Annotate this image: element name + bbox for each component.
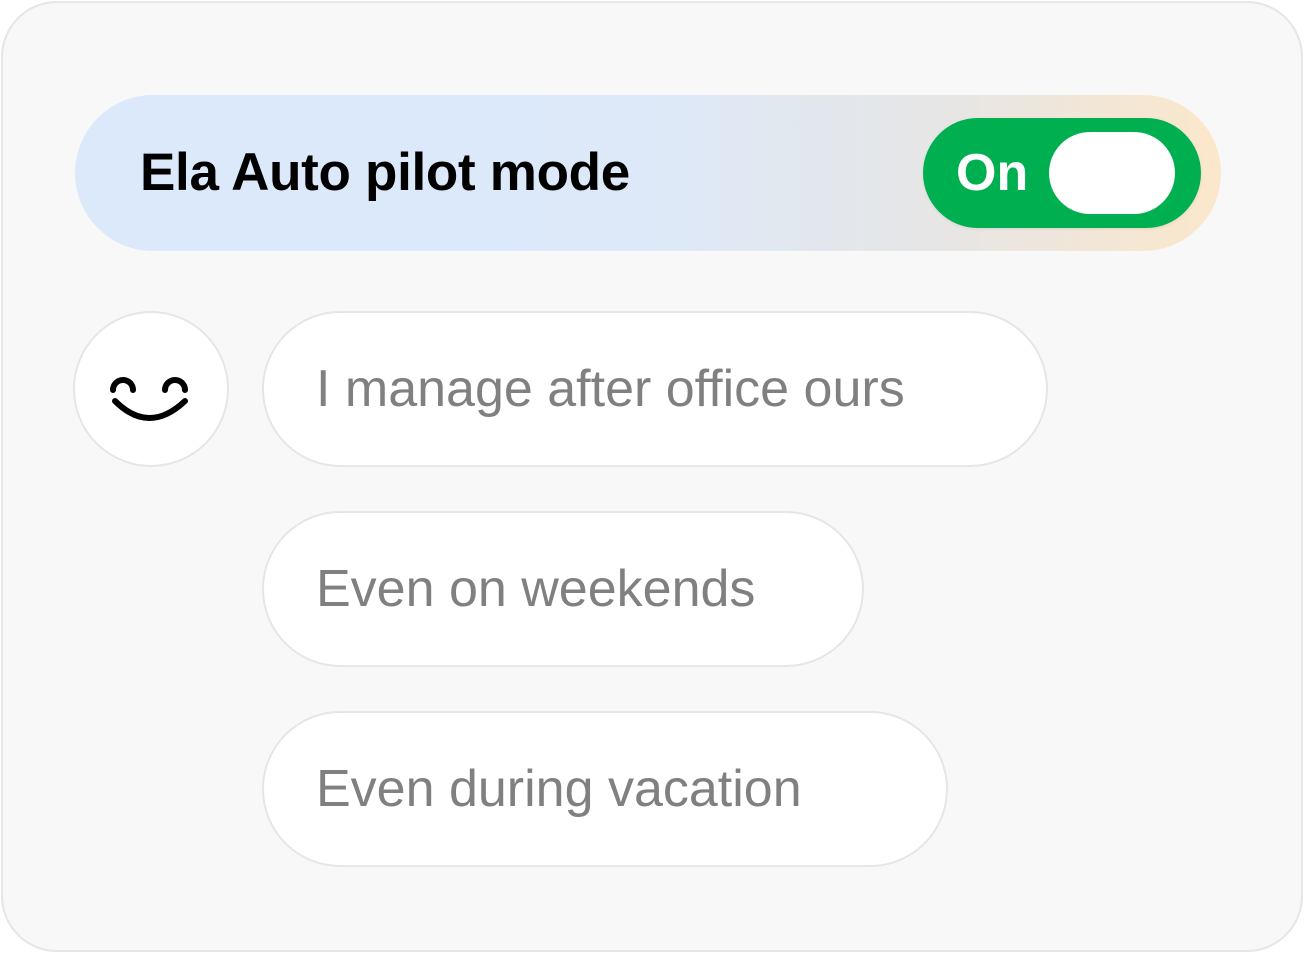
message-bubble: I manage after office ours xyxy=(262,311,1048,467)
smiling-face-icon xyxy=(110,377,188,421)
autopilot-card: Ela Auto pilot mode On I manage after of… xyxy=(1,1,1303,952)
toggle-state-label: On xyxy=(956,144,1029,202)
assistant-avatar xyxy=(73,311,229,467)
autopilot-title: Ela Auto pilot mode xyxy=(140,143,630,202)
autopilot-toggle[interactable]: On xyxy=(923,118,1201,228)
autopilot-banner: Ela Auto pilot mode On xyxy=(75,95,1221,251)
toggle-knob xyxy=(1049,132,1175,214)
message-bubble: Even during vacation xyxy=(262,711,948,867)
message-bubble: Even on weekends xyxy=(262,511,864,667)
